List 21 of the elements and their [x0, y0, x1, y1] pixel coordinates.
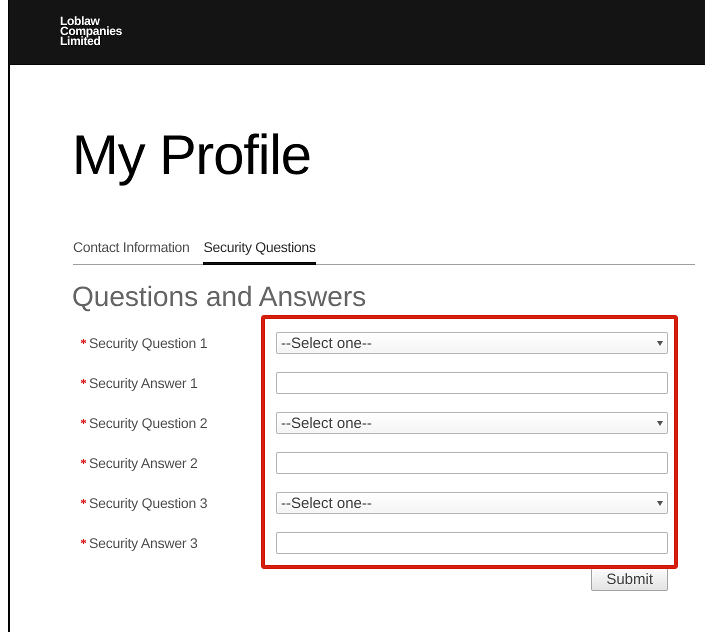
field-label: Security Answer 2 — [81, 455, 276, 471]
select-dropdown[interactable]: --Select one-- — [276, 492, 668, 514]
field-label: Security Question 2 — [81, 415, 276, 431]
input-field[interactable] — [276, 532, 668, 554]
caret-icon — [657, 500, 663, 506]
input-field[interactable] — [276, 452, 668, 474]
field-label: Security Question 1 — [81, 335, 276, 351]
field-label: Security Answer 3 — [81, 535, 276, 551]
caret-icon — [657, 420, 663, 426]
input-field[interactable] — [276, 372, 668, 394]
submit-button[interactable]: Submit — [591, 568, 668, 591]
tab[interactable]: Security Questions — [203, 235, 316, 265]
caret-icon — [657, 340, 663, 346]
section-title: Questions and Answers — [72, 281, 368, 313]
select-dropdown[interactable]: --Select one-- — [276, 412, 668, 434]
field-label: Security Question 3 — [81, 495, 276, 511]
field-label: Security Answer 1 — [81, 375, 276, 391]
page-title: My Profile — [72, 123, 312, 187]
select-dropdown[interactable]: --Select one-- — [276, 332, 668, 354]
tab[interactable]: Contact Information — [73, 235, 190, 265]
company-logo[interactable]: Loblaw Companies Limited — [60, 16, 122, 46]
